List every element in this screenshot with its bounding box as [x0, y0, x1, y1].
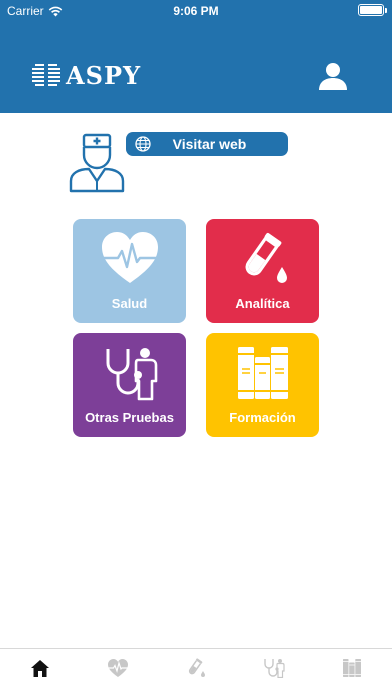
books-icon	[343, 659, 361, 677]
doctor-icon	[69, 133, 125, 193]
stethoscope-icon	[106, 348, 157, 401]
tab-home[interactable]	[29, 657, 51, 679]
tile-label: Analítica	[235, 296, 290, 311]
tile-formacion[interactable]: Formación	[206, 333, 319, 437]
heart-pulse-icon	[101, 232, 158, 283]
aspy-logo-mark	[32, 63, 60, 89]
user-profile-button[interactable]	[317, 60, 349, 92]
tab-bar	[0, 648, 392, 696]
heart-pulse-icon	[108, 659, 128, 677]
tile-otras-pruebas[interactable]: Otras Pruebas	[73, 333, 186, 437]
tab-analitica[interactable]	[185, 657, 207, 679]
tile-label: Otras Pruebas	[85, 410, 174, 425]
aspy-logo: ASPY	[32, 63, 141, 89]
test-tube-icon	[188, 658, 205, 677]
user-icon	[319, 63, 347, 90]
tile-label: Formación	[229, 410, 296, 425]
tile-label: Salud	[111, 296, 148, 311]
tab-formacion[interactable]	[341, 657, 363, 679]
visit-web-button[interactable]: Visitar web	[126, 132, 288, 156]
stethoscope-icon	[264, 659, 285, 678]
app-header: Carrier 9:06 PM ASPY	[0, 0, 392, 113]
logo-text: ASPY	[66, 61, 142, 90]
globe-icon	[135, 136, 151, 152]
tile-analitica[interactable]: Analítica	[206, 219, 319, 323]
tile-salud[interactable]: Salud	[73, 219, 186, 323]
visit-web-label: Visitar web	[172, 136, 247, 152]
status-time: 9:06 PM	[173, 4, 219, 18]
status-bar: Carrier 9:06 PM	[0, 0, 392, 22]
battery-icon	[358, 4, 387, 16]
books-icon	[237, 347, 288, 399]
tab-salud[interactable]	[107, 657, 129, 679]
tab-otras-pruebas[interactable]	[263, 657, 285, 679]
test-tube-icon	[245, 232, 287, 283]
home-icon	[31, 660, 49, 677]
